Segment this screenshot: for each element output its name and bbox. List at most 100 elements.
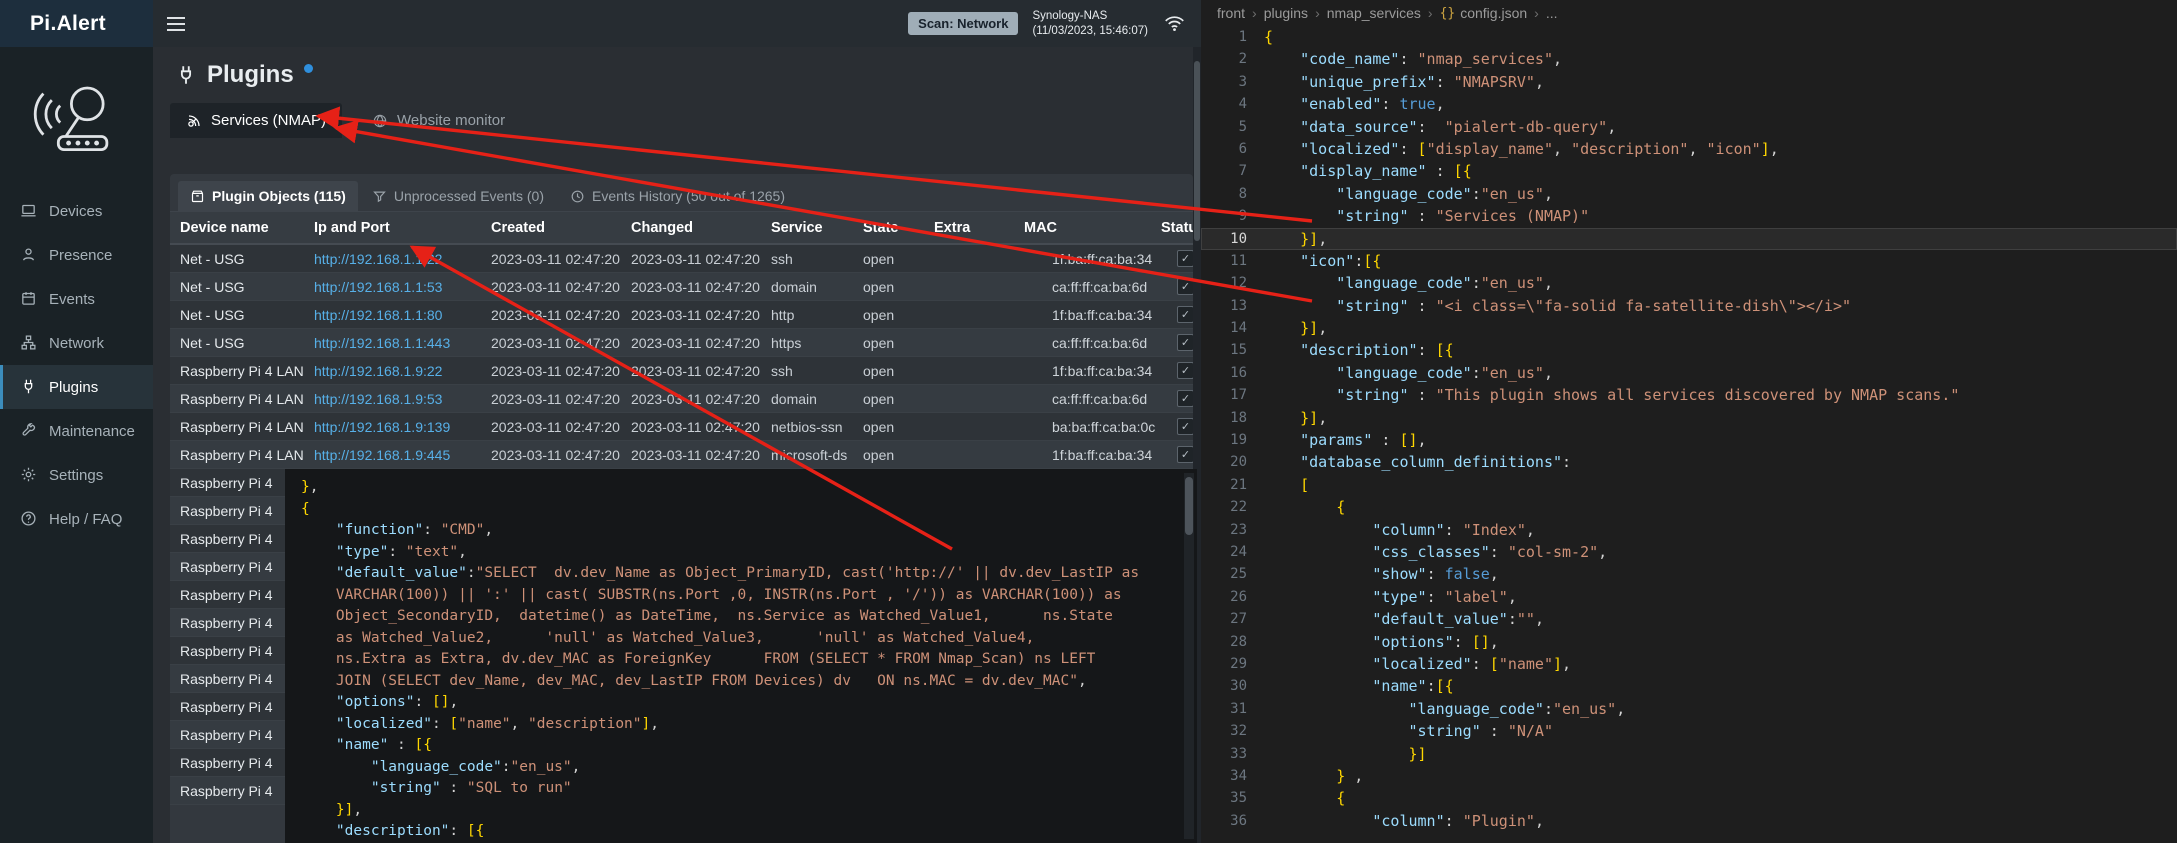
code-editor[interactable]: front›plugins›nmap_services›{}config.jso…: [1201, 0, 2177, 843]
sidebar-item-presence[interactable]: Presence: [0, 233, 153, 277]
row-checkbox[interactable]: ✓: [1177, 306, 1193, 323]
tab-services-nmap[interactable]: Services (NMAP): [170, 103, 342, 138]
line-content[interactable]: "icon":[{: [1247, 250, 1381, 272]
sidebar-item-maintenance[interactable]: Maintenance: [0, 409, 153, 453]
subtab-events-history-50-out-of-1265[interactable]: Events History (50 out of 1265): [558, 181, 797, 211]
breadcrumb-item-front[interactable]: front: [1217, 5, 1245, 21]
line-content[interactable]: "database_column_definitions":: [1247, 451, 1571, 473]
network-activity-icon[interactable]: [1164, 14, 1185, 33]
breadcrumb-item-config-json[interactable]: {}config.json: [1440, 5, 1528, 21]
line-content[interactable]: "string" : "This plugin shows all servic…: [1247, 384, 1959, 406]
line-content[interactable]: "localized": ["name"],: [1247, 653, 1571, 675]
ip-port-link[interactable]: http://192.168.1.9:22: [314, 363, 442, 379]
line-content[interactable]: "description": [{: [1247, 339, 1454, 361]
col-header-created[interactable]: Created: [491, 220, 631, 236]
table-row[interactable]: Raspberry Pi 4 LANhttp://192.168.1.9:139…: [170, 413, 1193, 441]
line-content[interactable]: "language_code":"en_us",: [1247, 362, 1553, 384]
editor-code-area[interactable]: 1{2 "code_name": "nmap_services",3 "uniq…: [1201, 26, 2177, 832]
breadcrumb-item-[interactable]: ...: [1546, 5, 1558, 21]
subtab-unprocessed-events-0[interactable]: Unprocessed Events (0): [360, 181, 556, 211]
sidebar-item-plugins[interactable]: Plugins: [0, 365, 153, 409]
editor-line: 12 "language_code":"en_us",: [1201, 272, 2177, 294]
line-content[interactable]: "enabled": true,: [1247, 93, 1445, 115]
line-content[interactable]: }],: [1247, 317, 1327, 339]
col-header-status[interactable]: Status: [1161, 220, 1193, 236]
line-content[interactable]: } ,: [1247, 765, 1363, 787]
ip-port-link[interactable]: http://192.168.1.1:80: [314, 307, 442, 323]
col-header-device-name[interactable]: Device name: [180, 220, 314, 236]
line-content[interactable]: "string" : "Services (NMAP)": [1247, 205, 1589, 227]
ip-port-link[interactable]: http://192.168.1.1:443: [314, 335, 450, 351]
line-content[interactable]: [: [1247, 474, 1309, 496]
table-row[interactable]: Raspberry Pi 4 LANhttp://192.168.1.9:222…: [170, 357, 1193, 385]
line-content[interactable]: "language_code":"en_us",: [1247, 183, 1553, 205]
line-content[interactable]: "column": "Index",: [1247, 519, 1535, 541]
row-checkbox[interactable]: ✓: [1177, 362, 1193, 379]
subtab-plugin-objects-115[interactable]: Plugin Objects (115): [178, 181, 358, 211]
plugin-tabs: Services (NMAP) Website monitor: [170, 103, 1201, 138]
col-header-extra[interactable]: Extra: [934, 220, 1024, 236]
line-content[interactable]: "display_name" : [{: [1247, 160, 1472, 182]
sidebar-item-settings[interactable]: Settings: [0, 453, 153, 497]
line-content[interactable]: "language_code":"en_us",: [1247, 698, 1625, 720]
line-content[interactable]: {: [1247, 26, 1273, 48]
table-row[interactable]: Raspberry Pi 4 LANhttp://192.168.1.9:532…: [170, 385, 1193, 413]
line-content[interactable]: "data_source": "pialert-db-query",: [1247, 116, 1616, 138]
cell-state: open: [863, 251, 934, 267]
line-content[interactable]: }]: [1247, 743, 1427, 765]
breadcrumb-item-plugins[interactable]: plugins: [1264, 5, 1308, 21]
row-checkbox[interactable]: ✓: [1177, 418, 1193, 435]
line-content[interactable]: {: [1247, 496, 1345, 518]
overlay-scrollbar-thumb[interactable]: [1185, 477, 1193, 535]
app-logo[interactable]: Pi.Alert: [0, 0, 153, 47]
sidebar-item-devices[interactable]: Devices: [0, 189, 153, 233]
ip-port-link[interactable]: http://192.168.1.9:139: [314, 419, 450, 435]
line-content[interactable]: "unique_prefix": "NMAPSRV",: [1247, 71, 1544, 93]
table-row[interactable]: Raspberry Pi 4 LANhttp://192.168.1.9:445…: [170, 441, 1193, 469]
table-row[interactable]: Net - USGhttp://192.168.1.1:802023-03-11…: [170, 301, 1193, 329]
sidebar-item-label: Maintenance: [49, 423, 135, 440]
line-content[interactable]: "column": "Plugin",: [1247, 810, 1544, 832]
table-row[interactable]: Net - USGhttp://192.168.1.1:532023-03-11…: [170, 273, 1193, 301]
hamburger-menu-icon[interactable]: [153, 0, 199, 47]
line-content[interactable]: "language_code":"en_us",: [1247, 272, 1553, 294]
ip-port-link[interactable]: http://192.168.1.1:22: [314, 251, 442, 267]
sidebar-item-help-faq[interactable]: Help / FAQ: [0, 497, 153, 541]
overlay-scrollbar[interactable]: [1184, 473, 1194, 839]
col-header-mac[interactable]: MAC: [1024, 220, 1161, 236]
plug-icon: [20, 378, 38, 396]
col-header-service[interactable]: Service: [771, 220, 863, 236]
row-checkbox[interactable]: ✓: [1177, 390, 1193, 407]
line-content[interactable]: "type": "label",: [1247, 586, 1517, 608]
table-row[interactable]: Net - USGhttp://192.168.1.1:4432023-03-1…: [170, 329, 1193, 357]
line-content[interactable]: "show": false,: [1247, 563, 1499, 585]
col-header-ip-and-port[interactable]: Ip and Port: [314, 220, 491, 236]
line-content[interactable]: "code_name": "nmap_services",: [1247, 48, 1562, 70]
ip-port-link[interactable]: http://192.168.1.1:53: [314, 279, 442, 295]
row-checkbox[interactable]: ✓: [1177, 250, 1193, 267]
row-checkbox[interactable]: ✓: [1177, 334, 1193, 351]
row-checkbox[interactable]: ✓: [1177, 278, 1193, 295]
sidebar-item-events[interactable]: Events: [0, 277, 153, 321]
ip-port-link[interactable]: http://192.168.1.9:445: [314, 447, 450, 463]
breadcrumb-item-nmap-services[interactable]: nmap_services: [1327, 5, 1421, 21]
line-content[interactable]: "default_value":"",: [1247, 608, 1544, 630]
table-row[interactable]: Net - USGhttp://192.168.1.1:222023-03-11…: [170, 245, 1193, 273]
ip-port-link[interactable]: http://192.168.1.9:53: [314, 391, 442, 407]
line-content[interactable]: }],: [1247, 228, 1327, 250]
line-content[interactable]: "string" : "<i class=\"fa-solid fa-satel…: [1247, 295, 1851, 317]
line-content[interactable]: {: [1247, 787, 1345, 809]
app-scrollbar-thumb[interactable]: [1194, 61, 1200, 241]
line-content[interactable]: "localized": ["display_name", "descripti…: [1247, 138, 1779, 160]
col-header-changed[interactable]: Changed: [631, 220, 771, 236]
tab-website-monitor[interactable]: Website monitor: [356, 103, 521, 138]
line-content[interactable]: "params" : [],: [1247, 429, 1427, 451]
line-content[interactable]: "css_classes": "col-sm-2",: [1247, 541, 1607, 563]
col-header-state[interactable]: State: [863, 220, 934, 236]
line-content[interactable]: }],: [1247, 407, 1327, 429]
row-checkbox[interactable]: ✓: [1177, 446, 1193, 463]
line-content[interactable]: "name":[{: [1247, 675, 1454, 697]
line-content[interactable]: "options": [],: [1247, 631, 1499, 653]
line-content[interactable]: "string" : "N/A": [1247, 720, 1553, 742]
sidebar-item-network[interactable]: Network: [0, 321, 153, 365]
